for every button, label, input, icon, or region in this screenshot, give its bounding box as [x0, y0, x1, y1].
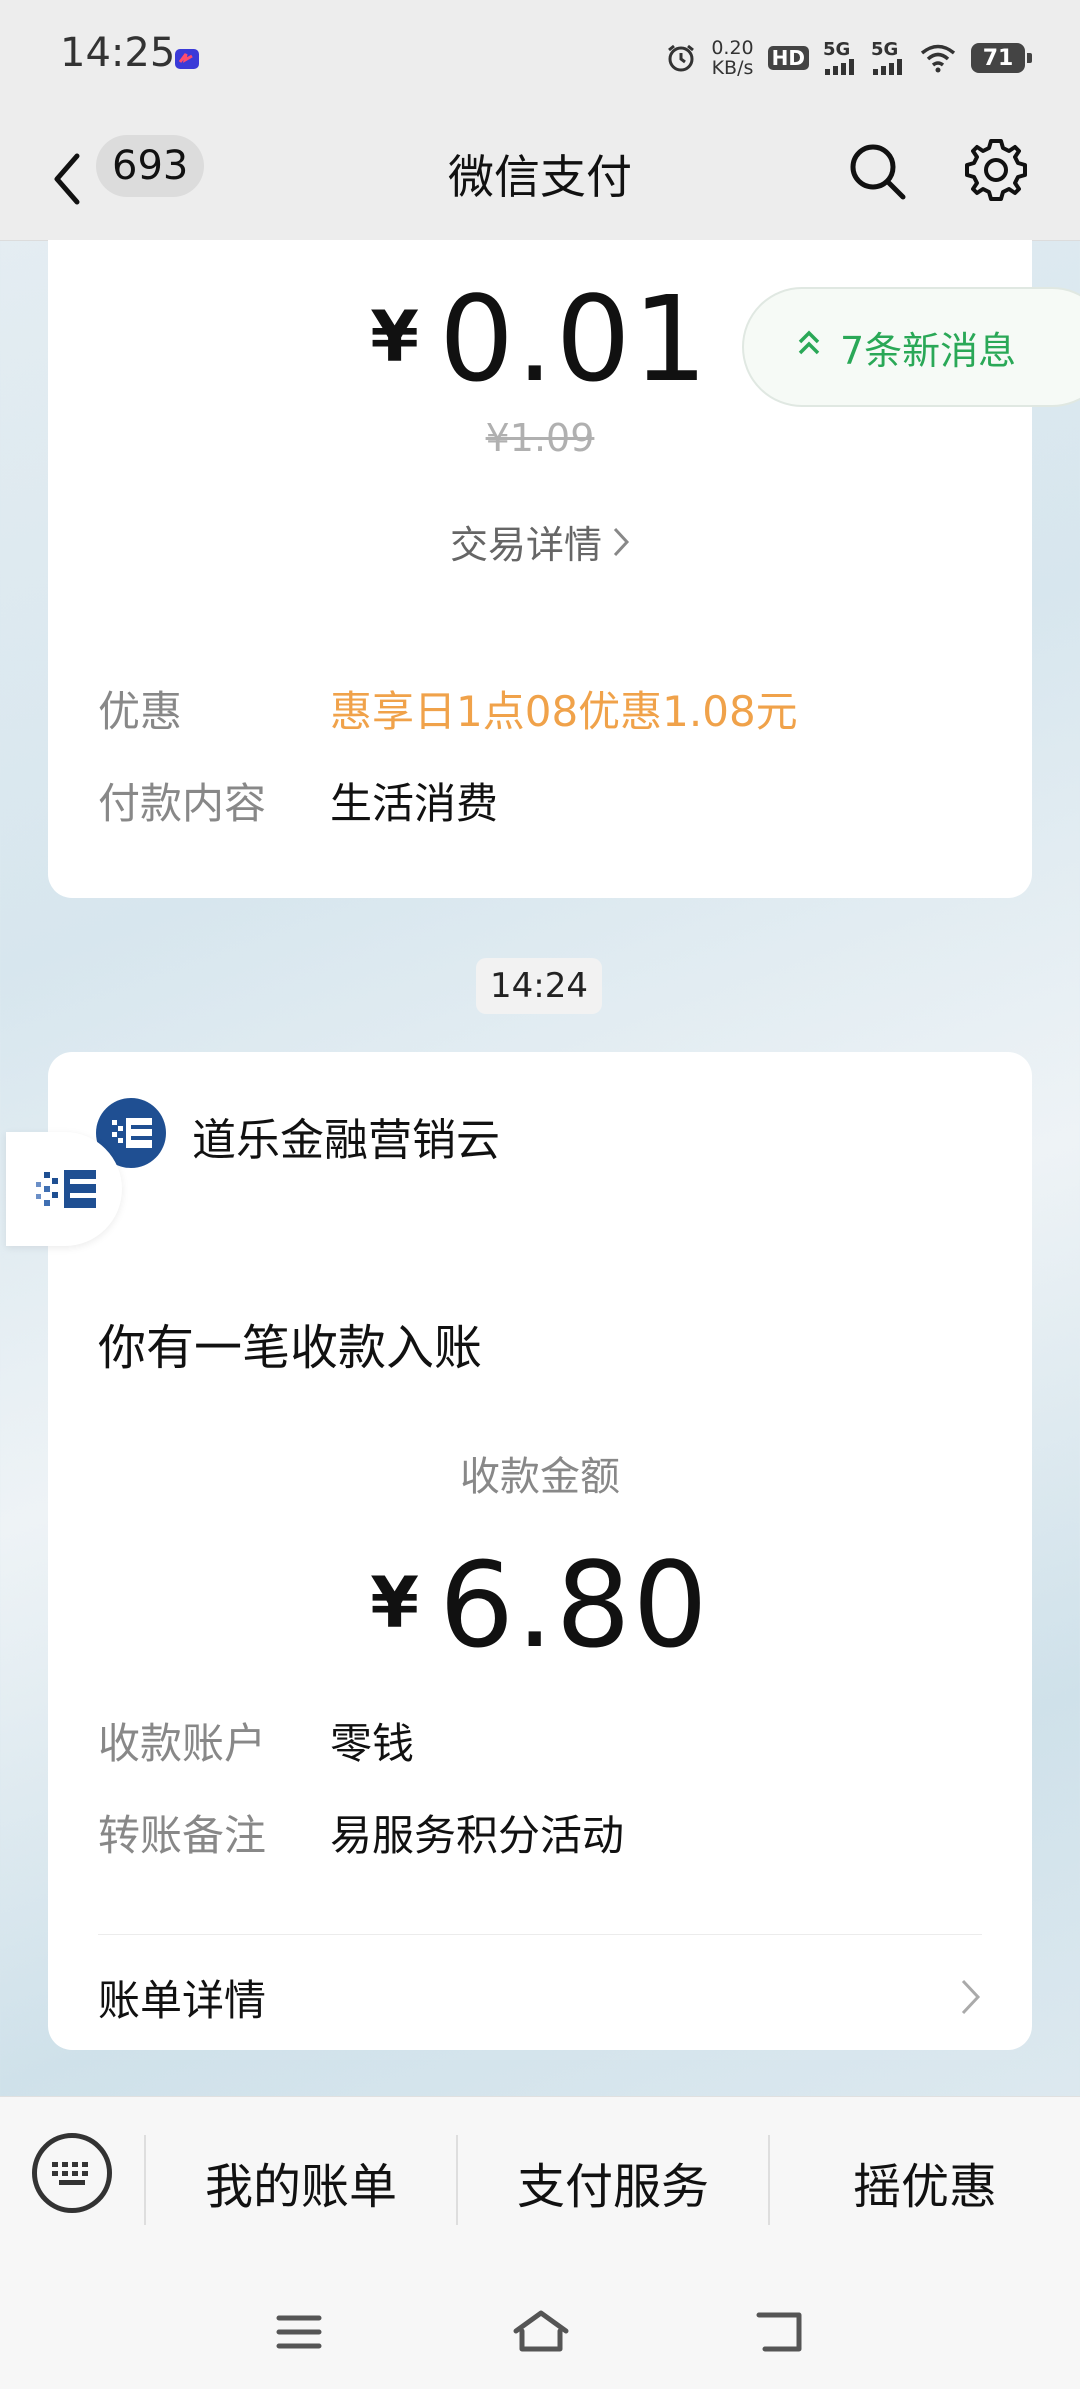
- message-timestamp: 14:24: [476, 958, 602, 1014]
- transfer-note-label: 转账备注: [98, 1811, 267, 1860]
- battery-indicator: 71: [971, 43, 1032, 73]
- network-speed: 0.20 KB/s: [711, 38, 753, 78]
- menu-payment-services[interactable]: 支付服务: [458, 2147, 768, 2217]
- merchant-name: 道乐金融营销云: [192, 1115, 500, 1166]
- gear-icon[interactable]: [963, 137, 1029, 203]
- currency-symbol: ¥: [370, 296, 419, 378]
- transfer-note-row: 转账备注 易服务积分活动: [98, 1802, 982, 1863]
- amount-value: 0.01: [438, 270, 710, 408]
- back-arrow-icon: [756, 2312, 802, 2352]
- signal-bars-icon: [825, 59, 854, 75]
- nav-bar: 693 微信支付: [0, 115, 1080, 241]
- chevron-right-icon: [612, 523, 630, 567]
- sim1-label: 5G: [823, 39, 851, 60]
- sim2-signal: 5G: [871, 41, 905, 75]
- original-price: ¥1.09: [485, 416, 595, 460]
- payment-content-value: 生活消费: [330, 779, 499, 828]
- transaction-detail-link[interactable]: 交易详情: [48, 514, 1032, 569]
- speed-value: 0.20: [711, 37, 754, 59]
- speed-unit: KB/s: [711, 57, 754, 79]
- bill-detail-link[interactable]: 账单详情: [98, 1962, 982, 2032]
- merchant-mark-icon: [36, 1170, 96, 1208]
- keyboard-icon: [52, 2162, 88, 2185]
- receive-account-row: 收款账户 零钱: [98, 1710, 982, 1771]
- menu-lines-icon: [276, 2315, 322, 2349]
- floating-merchant-badge[interactable]: [6, 1132, 122, 1246]
- new-messages-label: 7条新消息: [840, 328, 1017, 373]
- receive-account-label: 收款账户: [98, 1719, 267, 1768]
- status-icons: 0.20 KB/s HD 5G 5G 71: [665, 36, 1032, 80]
- sim2-label: 5G: [871, 39, 899, 60]
- system-back-button[interactable]: [744, 2297, 814, 2367]
- signal-bars-icon: [873, 59, 902, 75]
- amount-value: 6.80: [438, 1536, 710, 1674]
- receipt-card[interactable]: 道乐金融营销云 你有一笔收款入账 收款金额 ¥6.80 收款账户 零钱 转账备注…: [48, 1052, 1032, 2050]
- sim1-signal: 5G: [823, 41, 857, 75]
- search-icon[interactable]: [845, 139, 909, 203]
- menu-my-bills[interactable]: 我的账单: [146, 2147, 456, 2217]
- receive-amount: ¥6.80: [48, 1536, 1032, 1674]
- home-icon: [513, 2310, 569, 2352]
- status-bar: 14:25 0.20 KB/s HD 5G 5G 71: [0, 0, 1080, 115]
- hd-badge: HD: [767, 46, 809, 70]
- system-home-button[interactable]: [506, 2297, 576, 2367]
- bill-detail-label: 账单详情: [98, 1975, 267, 2025]
- discount-label: 优惠: [98, 687, 183, 736]
- menu-shake-offers[interactable]: 摇优惠: [770, 2147, 1080, 2217]
- page-title: 微信支付: [448, 150, 632, 204]
- double-chevron-up-icon: [796, 329, 822, 365]
- status-time: 14:25: [60, 30, 176, 76]
- currency-symbol: ¥: [370, 1562, 419, 1644]
- discount-value: 惠享日1点08优惠1.08元: [330, 687, 798, 736]
- transfer-note-value: 易服务积分活动: [330, 1811, 625, 1860]
- wifi-icon: [920, 44, 956, 73]
- divider: [98, 1934, 982, 1935]
- transaction-detail-label: 交易详情: [449, 523, 602, 567]
- payment-content-label: 付款内容: [98, 779, 267, 828]
- discount-row: 优惠 惠享日1点08优惠1.08元: [98, 678, 982, 739]
- payment-content-row: 付款内容 生活消费: [98, 770, 982, 831]
- bottom-menu-bar: 我的账单 支付服务 摇优惠: [0, 2096, 1080, 2389]
- keyboard-toggle-button[interactable]: [32, 2133, 112, 2213]
- chevron-right-icon: [961, 1979, 981, 2015]
- new-messages-button[interactable]: 7条新消息: [742, 287, 1080, 407]
- alarm-icon: [668, 44, 695, 72]
- receive-account-value: 零钱: [330, 1719, 415, 1768]
- notification-title: 你有一笔收款入账: [98, 1320, 483, 1376]
- system-menu-button[interactable]: [264, 2297, 334, 2367]
- app-notification-icon: [175, 49, 199, 69]
- receive-amount-label: 收款金额: [460, 1454, 620, 1500]
